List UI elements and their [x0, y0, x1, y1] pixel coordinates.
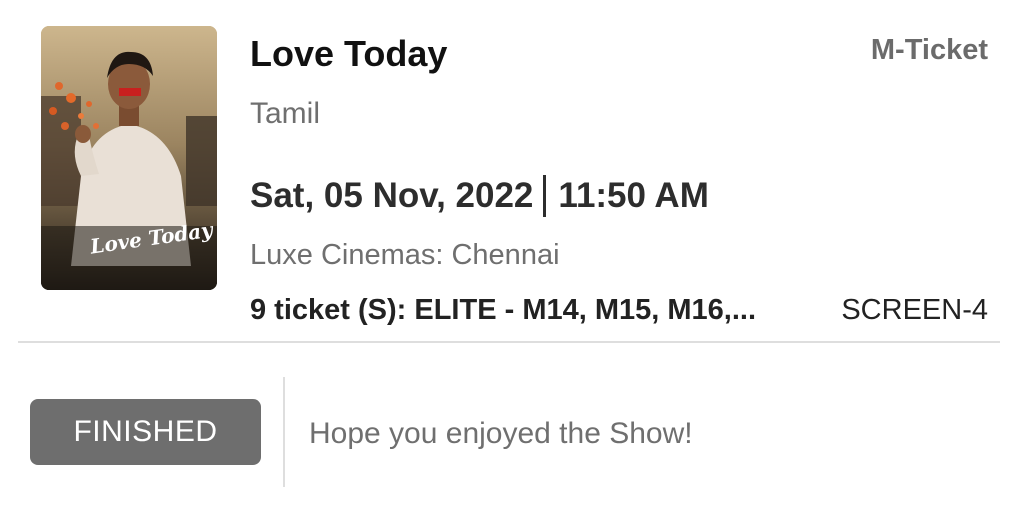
ticket-type-label: M-Ticket: [870, 34, 988, 66]
status-message: Hope you enjoyed the Show!: [309, 417, 693, 450]
status-badge: FINISHED: [30, 399, 261, 465]
vertical-divider: [283, 377, 285, 487]
show-date: Sat, 05 Nov, 2022: [250, 176, 534, 215]
venue-name: Luxe Cinemas: Chennai: [250, 239, 560, 271]
movie-language: Tamil: [250, 97, 321, 130]
movie-title: Love Today: [250, 33, 448, 74]
movie-poster: Love Today: [41, 26, 217, 290]
booking-card[interactable]: Love Today Love Today M-Ticket Tamil Sat…: [0, 0, 1014, 514]
show-datetime: Sat, 05 Nov, 2022 11:50 AM: [250, 175, 709, 217]
show-time: 11:50 AM: [558, 176, 709, 215]
datetime-separator: [543, 175, 547, 217]
screen-number: SCREEN-4: [841, 294, 988, 326]
horizontal-divider: [18, 341, 1000, 343]
seat-details: 9 ticket (S): ELITE - M14, M15, M16,...: [250, 294, 757, 326]
